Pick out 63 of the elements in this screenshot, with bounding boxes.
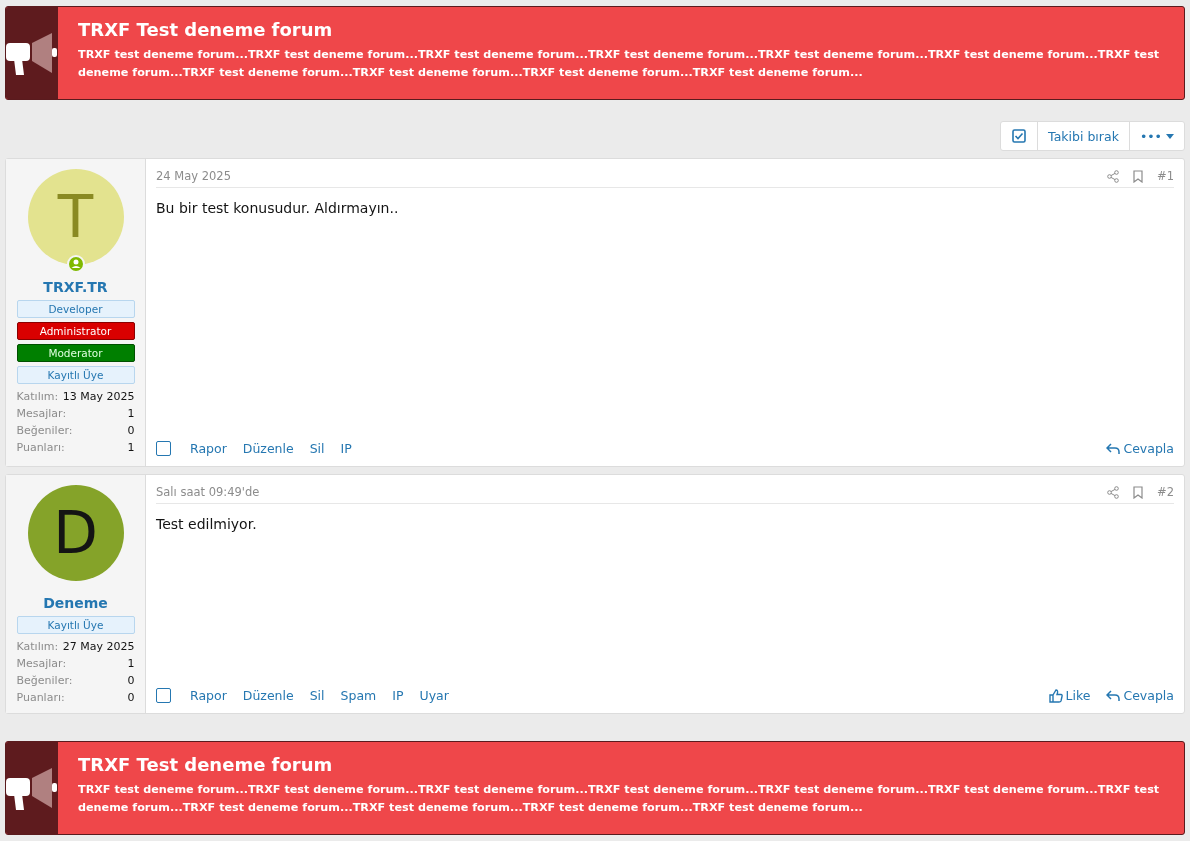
avatar[interactable]: D bbox=[27, 485, 124, 581]
thumbs-up-icon bbox=[1048, 688, 1063, 703]
stat-value: 27 May 2025 bbox=[62, 639, 135, 655]
post-action-link[interactable]: IP bbox=[340, 441, 352, 456]
post-body-text: Test edilmiyor. bbox=[156, 516, 258, 534]
checkbox-icon bbox=[1012, 129, 1027, 143]
post-body-text: Bu bir test konusudur. Aldırmayın.. bbox=[156, 200, 400, 218]
select-checkbox[interactable] bbox=[156, 688, 171, 703]
user-title-badge: Moderator bbox=[16, 344, 135, 362]
megaphone-icon bbox=[6, 766, 58, 810]
stat-label: Mesajlar: bbox=[16, 406, 67, 422]
caret-icon bbox=[1166, 133, 1174, 139]
username-link[interactable]: TRXF.TR bbox=[43, 279, 108, 295]
notice-text: TRXF test deneme forum...TRXF test deneme forum...TRXF test deneme forum...TRXF test deneme forum...TRXF test deneme forum...TRXF test deneme forum...TRXF test deneme forum...TRXF test deneme forum...TRXF test deneme forum...TRXF test deneme forum...TRXF test deneme forum... bbox=[78, 782, 1161, 816]
post-action-link[interactable]: Spam bbox=[340, 688, 377, 703]
reply-icon bbox=[1106, 442, 1121, 455]
stat-label: Katılım: bbox=[16, 389, 59, 405]
reply-link[interactable]: Cevapla bbox=[1106, 688, 1174, 703]
avatar[interactable]: T bbox=[27, 169, 124, 265]
post-date[interactable]: 24 May 2025 bbox=[156, 169, 1108, 183]
more-options-button[interactable]: ••• bbox=[1128, 122, 1184, 150]
stat-value: 0 bbox=[127, 690, 135, 706]
post-action-link[interactable]: IP bbox=[392, 688, 404, 703]
user-title-badge: Administrator bbox=[16, 322, 135, 340]
bookmark-icon[interactable] bbox=[1133, 169, 1144, 183]
user-title-badge: Kayıtlı Üye bbox=[16, 366, 135, 384]
stat-value: 1 bbox=[127, 656, 135, 672]
stat-value: 13 May 2025 bbox=[62, 389, 135, 405]
post-number-link[interactable]: #2 bbox=[1157, 485, 1174, 499]
reply-link[interactable]: Cevapla bbox=[1106, 441, 1174, 456]
user-title-badge: Developer bbox=[16, 300, 135, 318]
stat-label: Beğeniler: bbox=[16, 673, 73, 689]
stat-value: 0 bbox=[127, 423, 135, 439]
stat-value: 1 bbox=[127, 440, 135, 456]
post-action-link[interactable]: Düzenle bbox=[242, 441, 294, 456]
stat-value: 1 bbox=[127, 406, 135, 422]
user-title-badge: Kayıtlı Üye bbox=[16, 616, 135, 634]
stat-label: Katılım: bbox=[16, 639, 59, 655]
post-action-link[interactable]: Sil bbox=[309, 688, 325, 703]
stat-label: Beğeniler: bbox=[16, 423, 73, 439]
notice-text: TRXF test deneme forum...TRXF test deneme forum...TRXF test deneme forum...TRXF test deneme forum...TRXF test deneme forum...TRXF test deneme forum...TRXF test deneme forum...TRXF test deneme forum...TRXF test deneme forum...TRXF test deneme forum...TRXF test deneme forum... bbox=[78, 47, 1161, 81]
like-link[interactable]: Like bbox=[1048, 688, 1091, 703]
post-number-link[interactable]: #1 bbox=[1157, 169, 1174, 183]
unwatch-button[interactable]: Takibi bırak bbox=[1037, 122, 1129, 150]
post-action-link[interactable]: Rapor bbox=[190, 688, 227, 703]
post-action-link[interactable]: Sil bbox=[309, 441, 325, 456]
share-icon[interactable] bbox=[1107, 485, 1120, 499]
stat-label: Puanları: bbox=[16, 440, 65, 456]
stat-value: 0 bbox=[127, 673, 135, 689]
notice-title: TRXF Test deneme forum bbox=[78, 19, 334, 40]
username-link[interactable]: Deneme bbox=[43, 595, 108, 611]
post-action-link[interactable]: Düzenle bbox=[242, 688, 294, 703]
stat-label: Puanları: bbox=[16, 690, 65, 706]
post-action-link[interactable]: Rapor bbox=[190, 441, 227, 456]
share-icon[interactable] bbox=[1107, 169, 1120, 183]
reply-icon bbox=[1106, 689, 1121, 702]
post-action-link[interactable]: Uyar bbox=[419, 688, 449, 703]
bookmark-icon[interactable] bbox=[1133, 485, 1144, 499]
post-date[interactable]: Salı saat 09:49'de bbox=[156, 485, 1108, 499]
select-checkbox[interactable] bbox=[156, 441, 171, 456]
stat-label: Mesajlar: bbox=[16, 656, 67, 672]
megaphone-icon bbox=[6, 31, 58, 75]
notice-title: TRXF Test deneme forum bbox=[78, 754, 334, 775]
